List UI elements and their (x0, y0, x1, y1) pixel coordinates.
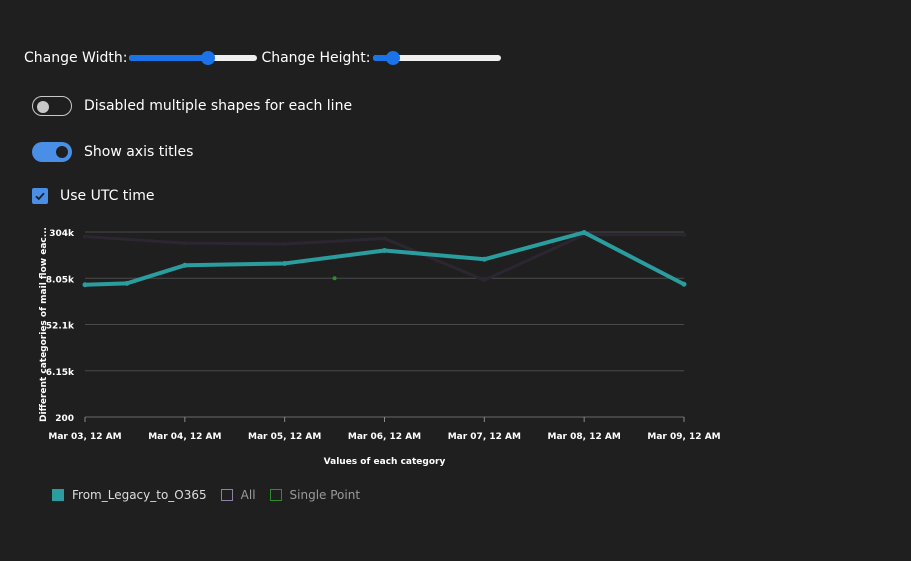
x-axis-title: Values of each category (324, 457, 446, 467)
line-chart: 304k 8.05k 52.1k 6.15k 200 Mar 03, 12 AM Mar 0… (39, 227, 721, 467)
checkmark-icon (35, 192, 45, 201)
data-point (282, 242, 287, 247)
data-point (124, 280, 130, 286)
legend-item[interactable]: Single Point (269, 488, 361, 502)
data-point (682, 232, 686, 237)
width-label: Change Width: (24, 50, 128, 66)
x-tick-label: Mar 06, 12 AM (348, 432, 421, 442)
axis-titles-toggle[interactable] (32, 142, 72, 162)
shapes-toggle[interactable] (32, 96, 72, 116)
axis-titles-toggle-row: Show axis titles (32, 142, 193, 162)
y-axis-title: Different categories of mail flow eac... (39, 227, 49, 422)
data-point (481, 256, 487, 262)
utc-checkbox[interactable] (32, 188, 48, 204)
size-controls: Change Width: Change Height: (24, 50, 501, 66)
height-label: Change Height: (261, 50, 371, 66)
data-point (581, 229, 587, 235)
x-tick-label: Mar 09, 12 AM (647, 432, 720, 442)
data-point (482, 278, 487, 283)
utc-label: Use UTC time (60, 188, 155, 204)
toggle-knob (37, 101, 49, 113)
legend-swatch (220, 489, 233, 501)
y-tick-label: 200 (55, 414, 74, 424)
data-point (182, 241, 187, 246)
data-point (382, 248, 387, 253)
single-point-marker (332, 276, 337, 281)
width-slider-thumb[interactable] (200, 51, 215, 65)
utc-checkbox-row: Use UTC time (32, 188, 154, 204)
legend-swatch (269, 489, 282, 501)
legend-label: From_Legacy_to_O365 (72, 488, 207, 502)
legend-item[interactable]: All (220, 488, 256, 502)
legend-swatch (52, 489, 64, 501)
legend-label: Single Point (289, 488, 361, 502)
axis-titles-toggle-label: Show axis titles (84, 144, 194, 160)
height-slider-thumb[interactable] (385, 51, 400, 65)
x-tick-label: Mar 03, 12 AM (48, 432, 121, 442)
data-point (182, 262, 188, 268)
shapes-toggle-row: Disabled multiple shapes for each line (32, 96, 352, 116)
data-point (681, 281, 687, 287)
data-point (282, 260, 288, 266)
height-slider[interactable] (372, 50, 501, 66)
legend-label: All (240, 488, 256, 502)
legend-item[interactable]: From_Legacy_to_O365 (52, 488, 207, 502)
data-point (382, 236, 387, 241)
y-tick-label: 52.1k (46, 322, 75, 332)
width-slider[interactable] (129, 50, 258, 66)
x-tick-label: Mar 08, 12 AM (548, 432, 621, 442)
data-point (82, 282, 88, 288)
y-tick-label: 304k (49, 229, 75, 239)
x-tick-label: Mar 05, 12 AM (248, 432, 321, 442)
y-tick-label: 8.05k (46, 275, 75, 285)
width-slider-fill (129, 55, 208, 61)
x-tick-label: Mar 07, 12 AM (448, 432, 521, 442)
y-tick-label: 6.15k (46, 368, 75, 378)
series-line-all (84, 233, 684, 282)
x-tick-label: Mar 04, 12 AM (148, 432, 221, 442)
data-point (83, 234, 87, 239)
toggle-knob (56, 146, 68, 158)
chart-legend: From_Legacy_to_O365 All Single Point (52, 488, 374, 502)
shapes-toggle-label: Disabled multiple shapes for each line (84, 98, 353, 114)
